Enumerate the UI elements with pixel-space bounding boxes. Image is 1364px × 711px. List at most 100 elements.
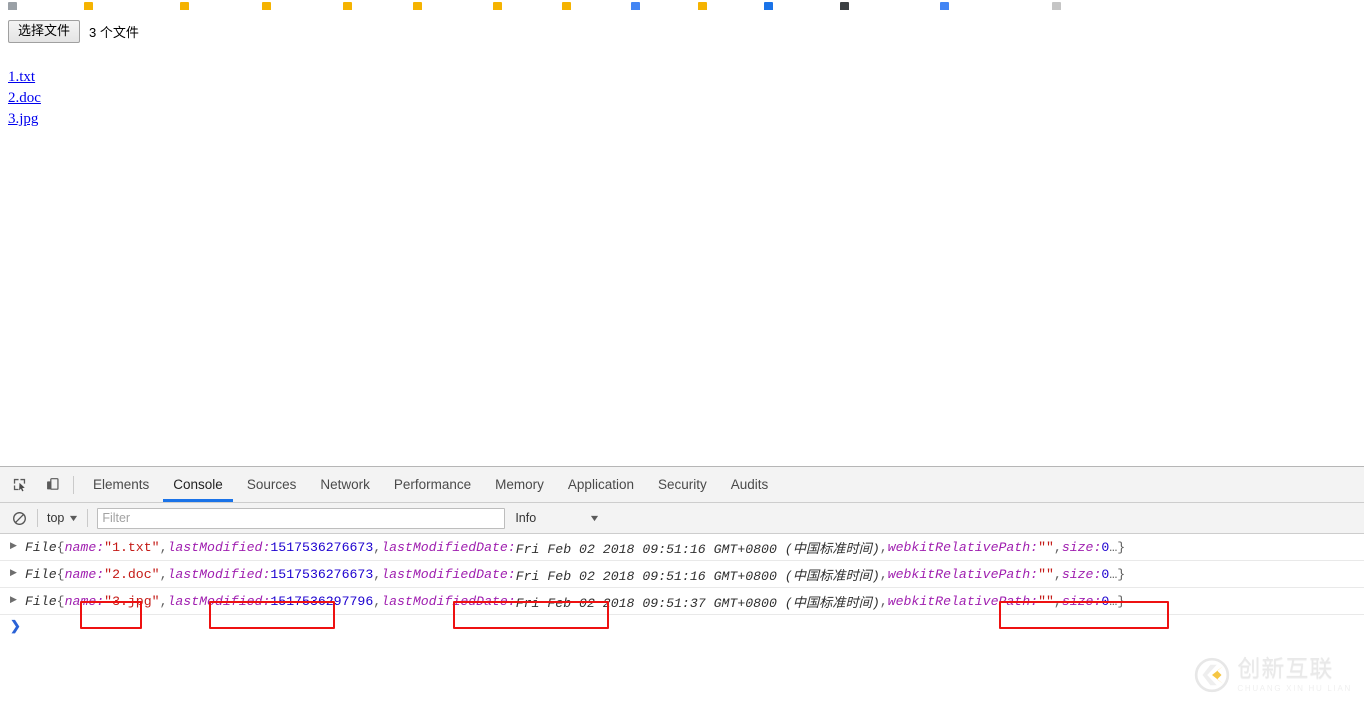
value-webkitrelativepath: "" [1038, 566, 1054, 582]
tab-audits[interactable]: Audits [719, 467, 781, 502]
tab-label: Elements [93, 477, 150, 492]
favicon-icon [413, 2, 422, 10]
execution-context-dropdown[interactable]: top ▼ [45, 511, 80, 525]
separator: , [1053, 539, 1062, 555]
file-link-3[interactable]: 3.jpg [8, 109, 38, 130]
bookmark-item[interactable] [84, 1, 95, 10]
expand-triangle-icon[interactable]: ▶ [10, 541, 21, 551]
tab-security[interactable]: Security [646, 467, 719, 502]
prop-webkitrelativepath: webkitRelativePath: [887, 566, 1039, 582]
favicon-icon [343, 2, 352, 10]
log-level-value: Info [515, 511, 537, 525]
clear-console-icon[interactable] [8, 507, 30, 529]
tab-performance[interactable]: Performance [382, 467, 483, 502]
separator: , [373, 539, 382, 555]
file-link-1[interactable]: 1.txt [8, 67, 35, 88]
bookmark-item[interactable] [698, 1, 709, 10]
tab-sources[interactable]: Sources [235, 467, 309, 502]
brace-open: { [56, 539, 65, 555]
brace-open: { [56, 566, 65, 582]
console-message-list: ▶ File { name: "1.txt" , lastModified: 1… [0, 534, 1364, 711]
separator: , [1053, 593, 1062, 609]
favicon-icon [698, 2, 707, 10]
inspect-element-icon[interactable] [5, 471, 33, 499]
bookmark-item[interactable] [493, 1, 504, 10]
favicon-icon [562, 2, 571, 10]
execution-context-value: top [47, 511, 65, 525]
chevron-down-icon: ▼ [67, 513, 80, 523]
favicon-icon [84, 2, 93, 10]
tab-memory[interactable]: Memory [483, 467, 556, 502]
separator: , [159, 539, 168, 555]
prop-lastmodified: lastModified: [167, 566, 271, 582]
bookmark-item[interactable] [562, 1, 573, 10]
value-lastmodified: 1517536276673 [270, 566, 374, 582]
tab-label: Memory [495, 477, 544, 492]
tab-console[interactable]: Console [161, 467, 235, 502]
prop-lastmodifieddate: lastModifiedDate: [381, 566, 516, 582]
log-level-dropdown[interactable]: Info ▼ [515, 511, 601, 525]
console-toolbar: top ▼ Info ▼ [0, 503, 1364, 534]
prop-webkitrelativepath: webkitRelativePath: [887, 539, 1039, 555]
tab-elements[interactable]: Elements [81, 467, 161, 502]
favicon-icon [180, 2, 189, 10]
bookmark-item[interactable] [1052, 1, 1063, 10]
value-name: "3.jpg" [104, 593, 160, 609]
favicon-icon [262, 2, 271, 10]
bookmark-item[interactable] [840, 1, 851, 10]
value-webkitrelativepath: "" [1038, 593, 1054, 609]
separator: , [879, 539, 888, 555]
bookmark-item[interactable] [343, 1, 354, 10]
console-message-row[interactable]: ▶ File { name: "2.doc" , lastModified: 1… [0, 561, 1364, 588]
tab-network[interactable]: Network [308, 467, 382, 502]
separator: , [373, 566, 382, 582]
chevron-down-icon: ▼ [588, 513, 601, 523]
object-constructor: File [25, 539, 57, 555]
devtools-panel: Elements Console Sources Network Perform… [0, 466, 1364, 711]
console-input-prompt[interactable]: ❯ [0, 615, 1364, 637]
brace-close: } [1117, 593, 1126, 609]
expand-triangle-icon[interactable]: ▶ [10, 595, 21, 605]
tab-label: Application [567, 477, 634, 492]
prop-name: name: [64, 593, 105, 609]
tab-application[interactable]: Application [556, 467, 646, 502]
separator: , [879, 566, 888, 582]
tab-label: Network [320, 477, 370, 492]
brace-close: } [1117, 566, 1126, 582]
device-toolbar-icon[interactable] [38, 471, 66, 499]
file-link-2[interactable]: 2.doc [8, 88, 41, 109]
bookmark-item[interactable] [413, 1, 424, 10]
bookmark-item[interactable] [764, 1, 775, 10]
tab-label: Console [173, 477, 223, 492]
expand-triangle-icon[interactable]: ▶ [10, 568, 21, 578]
bookmark-item[interactable] [940, 1, 951, 10]
bookmark-item[interactable] [631, 1, 642, 10]
prop-lastmodifieddate: lastModifiedDate: [381, 539, 516, 555]
value-lastmodified: 1517536297796 [270, 593, 374, 609]
value-lastmodifieddate: Fri Feb 02 2018 09:51:16 GMT+0800 (中国标准时… [515, 541, 880, 557]
value-lastmodifieddate: Fri Feb 02 2018 09:51:37 GMT+0800 (中国标准时… [515, 595, 880, 611]
devtools-tabbar: Elements Console Sources Network Perform… [0, 467, 1364, 503]
console-message-row[interactable]: ▶ File { name: "3.jpg" , lastModified: 1… [0, 588, 1364, 615]
bookmark-item[interactable] [262, 1, 273, 10]
separator: , [1053, 566, 1062, 582]
prop-size: size: [1061, 539, 1102, 555]
value-size: 0 [1101, 566, 1110, 582]
bookmark-item[interactable] [8, 1, 19, 10]
favicon-icon [940, 2, 949, 10]
prompt-chevron-icon: ❯ [10, 618, 21, 634]
console-message-row[interactable]: ▶ File { name: "1.txt" , lastModified: 1… [0, 534, 1364, 561]
filter-input[interactable] [97, 507, 506, 529]
toolbar-divider [87, 509, 89, 527]
brace-open: { [56, 593, 65, 609]
favicon-icon [1052, 2, 1061, 10]
value-name: "1.txt" [104, 539, 160, 555]
separator: , [159, 566, 168, 582]
value-name: "2.doc" [104, 566, 160, 582]
choose-file-button[interactable]: 选择文件 [8, 20, 81, 43]
file-input-row: 选择文件 3 个文件 [8, 20, 139, 43]
prop-webkitrelativepath: webkitRelativePath: [887, 593, 1039, 609]
bookmark-item[interactable] [180, 1, 191, 10]
tab-label: Security [657, 477, 707, 492]
value-size: 0 [1101, 539, 1110, 555]
